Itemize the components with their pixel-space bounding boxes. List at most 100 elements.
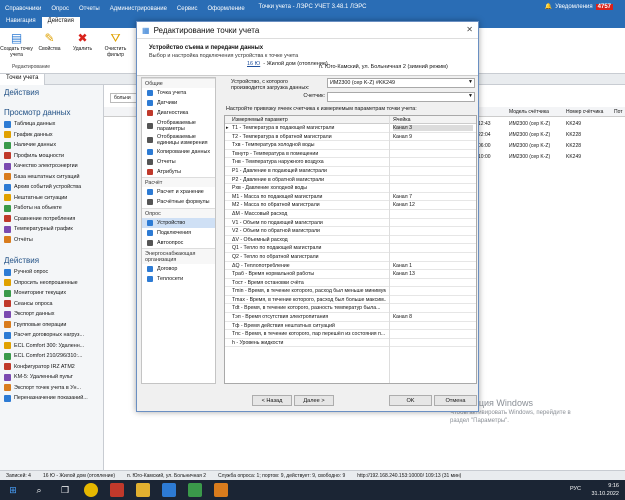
sidebar-action-item[interactable]: Конфигуратор IRZ ATM2: [0, 362, 103, 373]
binding-row[interactable]: M1 - Масса по подающей магистрали Канал 7: [225, 193, 476, 202]
task-view-icon[interactable]: ❐: [58, 483, 72, 497]
col-cell[interactable]: Ячейка: [393, 117, 411, 123]
nav-item[interactable]: Отчеты: [142, 157, 215, 167]
sidebar-view-item[interactable]: Архив событий устройства: [0, 182, 103, 193]
back-button[interactable]: < Назад: [252, 395, 292, 406]
nav-item[interactable]: Атрибуты: [142, 167, 215, 177]
binding-row[interactable]: Q2 - Тепло по обратной магистрали: [225, 253, 476, 262]
app-icon-red[interactable]: [110, 483, 124, 497]
binding-cell[interactable]: Канал 7: [393, 194, 473, 200]
chrome-icon[interactable]: [84, 483, 98, 497]
close-icon[interactable]: ✕: [466, 25, 473, 34]
binding-row[interactable]: Tраб - Время нормальной работы Канал 13: [225, 270, 476, 279]
nav-item[interactable]: Договор: [142, 264, 215, 274]
point-link[interactable]: 16 Ю: [247, 61, 260, 67]
binding-row[interactable]: P2 - Давление в обратной магистрали: [225, 176, 476, 185]
ok-button[interactable]: OK: [389, 395, 432, 406]
nav-item[interactable]: Точка учета: [142, 88, 215, 98]
binding-row[interactable]: V1 - Объем по подающей магистрали: [225, 219, 476, 228]
sidebar-action-item[interactable]: Расчет договорных нагруз...: [0, 330, 103, 341]
sidebar-view-item[interactable]: Отчёты: [0, 235, 103, 246]
binding-row[interactable]: Tпс - Время, в течение которого, пар пер…: [225, 330, 476, 339]
binding-cell[interactable]: Канал 1: [393, 263, 473, 269]
nav-item[interactable]: Датчики: [142, 98, 215, 108]
folder-icon[interactable]: [136, 483, 150, 497]
app-icon-blue[interactable]: [162, 483, 176, 497]
sidebar-action-item[interactable]: Экспорт данных: [0, 309, 103, 320]
sidebar-view-item[interactable]: Нештатные ситуации: [0, 193, 103, 204]
menu-item-directories[interactable]: Справочники: [0, 6, 46, 12]
nav-item[interactable]: Диагностика: [142, 108, 215, 118]
binding-row[interactable]: M2 - Масса по обратной магистрали Канал 1…: [225, 201, 476, 210]
cancel-button[interactable]: Отмена: [434, 395, 477, 406]
binding-row[interactable]: Q1 - Тепло по подающей магистрали: [225, 244, 476, 253]
nav-item[interactable]: Отображаемые параметры: [142, 119, 215, 133]
menu-item-admin[interactable]: Администрирование: [105, 6, 172, 12]
sidebar-view-item[interactable]: Наличие данных: [0, 140, 103, 151]
sidebar-view-item[interactable]: Температурный график: [0, 224, 103, 235]
sidebar-action-item[interactable]: ECL Comfort 210/296/310:...: [0, 351, 103, 362]
nav-item[interactable]: Отображаемые единицы измерения: [142, 133, 215, 147]
nav-item[interactable]: Устройство: [142, 217, 215, 228]
binding-row[interactable]: Tф - Время действия нештатных ситуаций: [225, 322, 476, 331]
binding-row[interactable]: Tнв - Температура наружного воздуха: [225, 158, 476, 167]
nav-item[interactable]: Расчет и хранение: [142, 187, 215, 197]
language-indicator[interactable]: РУС: [570, 486, 581, 492]
binding-row[interactable]: Tвнутр - Температура в помещении: [225, 150, 476, 159]
binding-row[interactable]: Tdt - Время, в течение которого, разност…: [225, 304, 476, 314]
sidebar-action-item[interactable]: Групповые операции: [0, 320, 103, 331]
binding-cell[interactable]: Канал 12: [393, 202, 473, 208]
binding-cell[interactable]: Канал 9: [393, 134, 473, 140]
next-button[interactable]: Далее >: [294, 395, 334, 406]
sidebar-view-item[interactable]: Сравнение потребления: [0, 214, 103, 225]
nav-item[interactable]: Автоопрос: [142, 238, 215, 248]
grid-col-model[interactable]: Модель счётчика: [509, 109, 549, 115]
doc-tab-points[interactable]: Точки учета: [0, 74, 46, 85]
windows-start-icon[interactable]: ⊞: [6, 483, 20, 497]
sidebar-action-item[interactable]: Ручной опрос: [0, 267, 103, 278]
binding-row[interactable]: Tmax - Время, в течение которого, расход…: [225, 296, 476, 305]
sidebar-view-item[interactable]: Таблица данных: [0, 119, 103, 130]
binding-row[interactable]: ▸ T1 - Температура в подающей магистрали К…: [225, 124, 476, 133]
binding-cell[interactable]: Канал 13: [393, 271, 473, 277]
sidebar-action-item[interactable]: ECL Comfort 300: Удаленн...: [0, 341, 103, 352]
menu-item-service[interactable]: Сервис: [172, 6, 203, 12]
menu-item-poll[interactable]: Опрос: [46, 6, 74, 12]
binding-row[interactable]: ΔM - Массовый расход: [225, 210, 476, 219]
binding-cell[interactable]: Канал 3: [393, 125, 473, 131]
device-select[interactable]: ИМ2300 (сер K-Z) #KK249 ▼: [327, 78, 475, 88]
sidebar-view-item[interactable]: График данных: [0, 130, 103, 141]
sidebar-view-item[interactable]: Работы на объекте: [0, 203, 103, 214]
nav-item[interactable]: Теплосети: [142, 274, 215, 284]
nav-item[interactable]: Расчётные формулы: [142, 197, 215, 207]
grid-col-consumer[interactable]: Пот: [614, 109, 623, 115]
menu-item-design[interactable]: Оформление: [202, 6, 249, 12]
sidebar-action-item[interactable]: Опросить неопрошенные: [0, 278, 103, 289]
clear-filter-button[interactable]: ⛛ Очистить фильтр: [99, 28, 132, 73]
sidebar-view-item[interactable]: База нештатных ситуаций: [0, 172, 103, 183]
sidebar-action-item[interactable]: Мониторинг текущих: [0, 288, 103, 299]
binding-row[interactable]: Tост - Время остановки счёта: [225, 279, 476, 288]
binding-row[interactable]: h - Уровень жидкости: [225, 339, 476, 348]
sidebar-view-item[interactable]: Профиль мощности: [0, 151, 103, 162]
grid-col-number[interactable]: Номер счётчика: [566, 109, 603, 115]
delete-button[interactable]: ✖ Удалить: [66, 28, 99, 73]
binding-row[interactable]: Tmin - Время, в течение которого, расход…: [225, 287, 476, 296]
sidebar-action-item[interactable]: Сеансы опроса: [0, 299, 103, 310]
sidebar-action-item[interactable]: KM-5: Удаленный пульт: [0, 372, 103, 383]
counter-select[interactable]: ▼: [327, 92, 475, 102]
binding-row[interactable]: P1 - Давление в подающей магистрали: [225, 167, 476, 176]
app-icon-orange[interactable]: [214, 483, 228, 497]
tab-actions[interactable]: Действия: [41, 17, 80, 28]
binding-row[interactable]: Pхв - Давление холодной воды: [225, 184, 476, 193]
nav-item[interactable]: Копирование данных: [142, 147, 215, 157]
binding-row[interactable]: Tэп - Время отсутствия электропитания Кан…: [225, 313, 476, 322]
binding-cell[interactable]: Канал 8: [393, 314, 473, 320]
sidebar-view-item[interactable]: Качество электроэнергии: [0, 161, 103, 172]
binding-row[interactable]: Tхв - Температура холодной воды: [225, 141, 476, 150]
binding-row[interactable]: ΔV - Объемный расход: [225, 236, 476, 245]
binding-row[interactable]: T2 - Температура в обратной магистрали Ка…: [225, 133, 476, 142]
binding-row[interactable]: V2 - Объем по обратной магистрали: [225, 227, 476, 236]
sidebar-action-item[interactable]: Переназначение показаний...: [0, 393, 103, 404]
app-icon-green[interactable]: [188, 483, 202, 497]
